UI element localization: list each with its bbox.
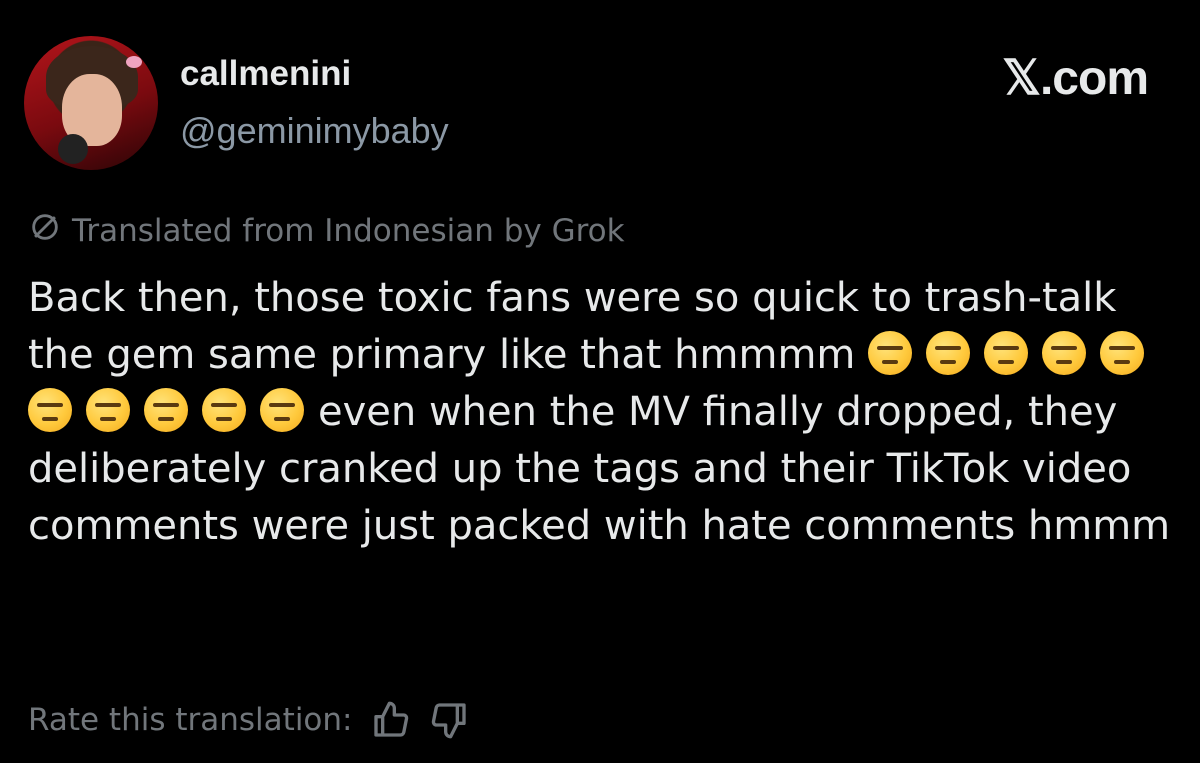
avatar-hair-bow [126,56,142,68]
thumbs-up-icon [373,701,408,737]
translation-notice: Translated from Indonesian by Grok [28,210,625,252]
thumbs-down-icon [431,703,466,739]
expressionless-face-emoji [1042,331,1087,375]
expressionless-face-emoji [260,388,304,432]
expressionless-face-emoji [86,388,130,432]
expressionless-face-emoji [984,331,1029,375]
post-text: Back then, those toxic fans were so quic… [28,270,1178,555]
rate-label: Rate this translation: [28,702,353,738]
translate-icon [28,210,62,252]
translation-notice-text: Translated from Indonesian by Grok [72,213,625,249]
avatar[interactable] [24,36,158,170]
expressionless-face-emoji [202,388,246,432]
rate-translation: Rate this translation: [28,700,469,740]
expressionless-face-emoji [1100,331,1145,375]
expressionless-face-emoji [144,388,188,432]
display-name[interactable]: callmenini [180,54,351,94]
expressionless-face-emoji [926,331,971,375]
user-handle[interactable]: @geminimybaby [180,110,449,152]
avatar-microphone [58,134,88,164]
thumbs-down-button[interactable] [429,700,469,740]
expressionless-face-emoji [28,388,72,432]
expressionless-face-emoji [868,331,913,375]
thumbs-up-button[interactable] [371,700,411,740]
brand-logo: 𝕏.com [1002,52,1149,105]
